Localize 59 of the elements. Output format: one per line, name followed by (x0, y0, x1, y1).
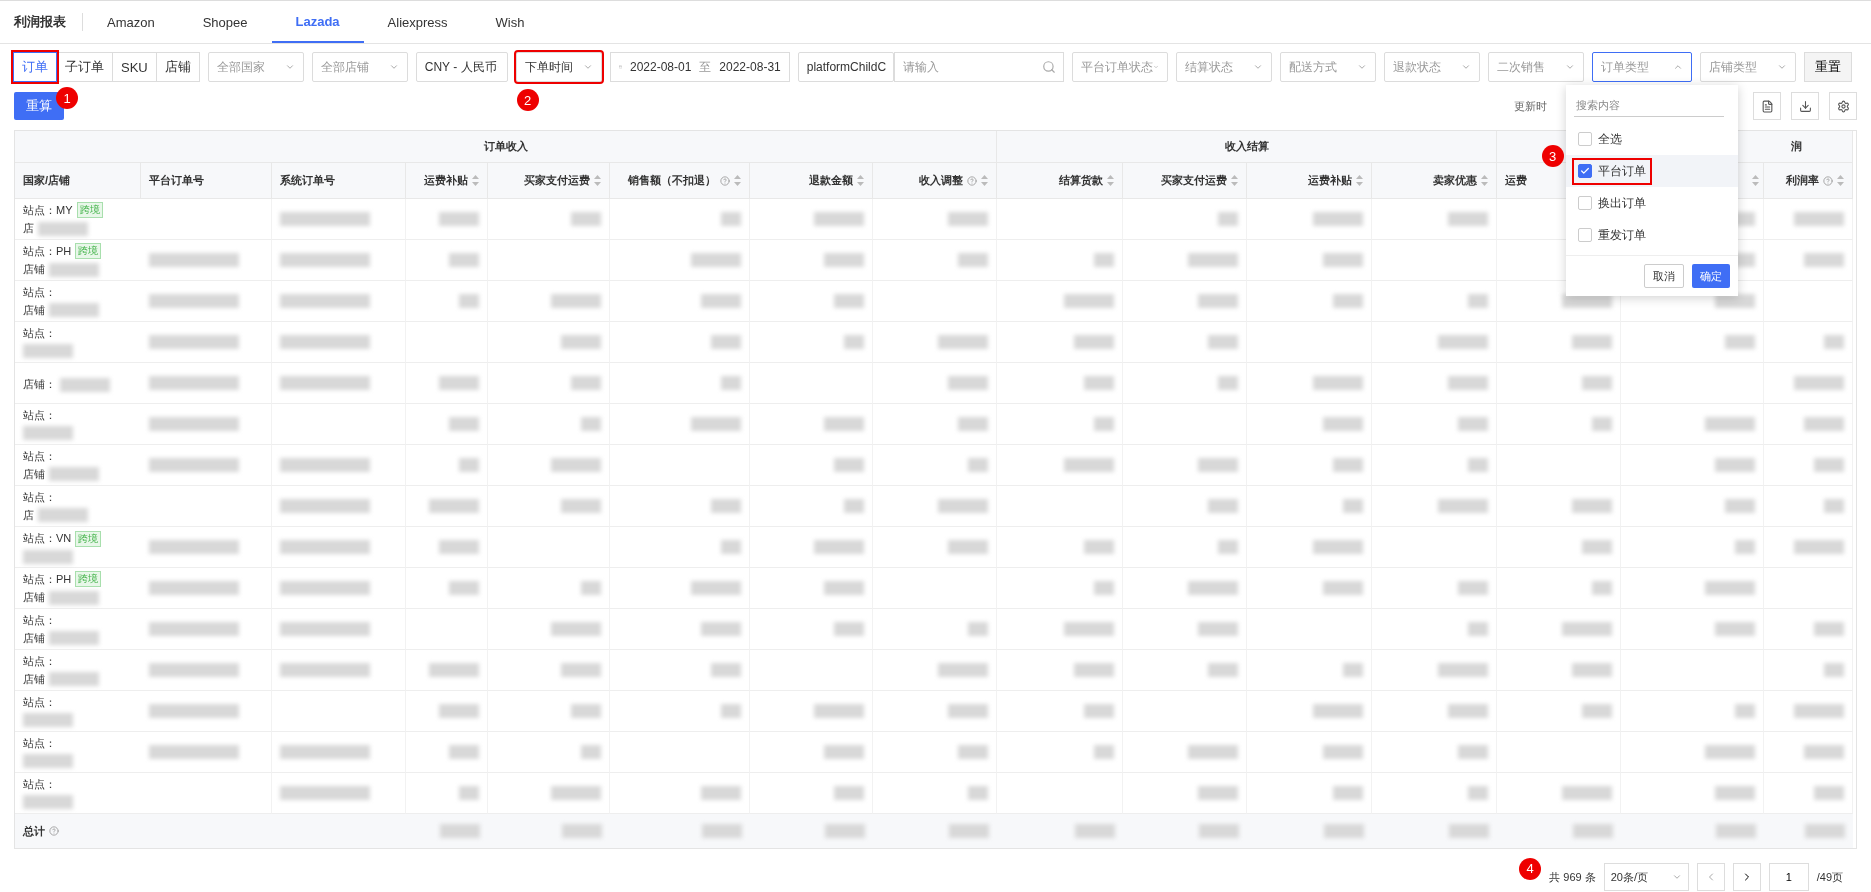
reset-button[interactable]: 重置 (1803, 52, 1852, 82)
date-range-field[interactable]: 2022-08-01 至 2022-08-31 (609, 52, 790, 82)
column-header[interactable]: 销售额（不扣退） (610, 163, 750, 199)
view-tab[interactable]: SKU (112, 52, 157, 82)
table-cell: 站点： 店铺 (15, 609, 141, 650)
column-header[interactable]: 运费补贴 (1247, 163, 1372, 199)
column-header: 平台订单号 (141, 163, 272, 199)
column-header[interactable]: 利润率 (1764, 163, 1853, 199)
table-cell: 站点： (15, 691, 141, 732)
cancel-button[interactable]: 取消 (1643, 264, 1684, 288)
platform-tab[interactable]: Aliexpress (363, 1, 472, 43)
column-header: 系统订单号 (272, 163, 406, 199)
search-field[interactable]: 请输入 (893, 52, 1064, 82)
column-header[interactable]: 买家支付运费 (1123, 163, 1247, 199)
table-cell: 店铺： (15, 363, 141, 404)
annotation-badge: 4 (1519, 857, 1542, 880)
column-header[interactable]: 结算货款 (997, 163, 1123, 199)
update-time-label: 更新时 (1514, 98, 1547, 114)
column-header[interactable]: 卖家优惠 (1372, 163, 1497, 199)
column-header[interactable]: 买家支付运费 (488, 163, 610, 199)
table-cell: 站点： (15, 322, 141, 363)
column-header[interactable]: 退款金额 (750, 163, 873, 199)
table-cell: 站点： 店铺 (15, 650, 141, 691)
cross-border-tag: 跨境 (76, 202, 103, 218)
confirm-button[interactable]: 确定 (1691, 264, 1730, 288)
cross-border-tag: 跨境 (75, 530, 102, 547)
group-header: 订单收入 (15, 131, 997, 163)
select-field[interactable]: CNY - 人民币 (415, 52, 508, 82)
table-cell: 站点： 店铺 (15, 281, 141, 322)
annotation-badge: 2 (516, 89, 539, 111)
cross-border-tag: 跨境 (75, 243, 102, 259)
page-input[interactable]: 1 (1768, 863, 1809, 891)
view-tab[interactable]: 店铺 (155, 52, 200, 82)
page-count: /49页 (1816, 869, 1843, 885)
table-cell: 站点： 店 (15, 486, 141, 527)
dropdown-option[interactable]: 平台订单 (1565, 155, 1738, 187)
total-label: 总计 (23, 823, 45, 839)
column-header[interactable]: 运费补贴 (406, 163, 488, 199)
table-cell: 站点：VN 跨境 (15, 527, 141, 568)
table-cell: 站点： (15, 732, 141, 773)
recalculate-button[interactable]: 重算 (14, 92, 64, 120)
page-size-select[interactable]: 20条/页 (1603, 863, 1689, 891)
table-cell: 站点：PH 跨境 店铺 (15, 240, 141, 281)
dropdown-option[interactable]: 重发订单 (1565, 219, 1738, 251)
page-title: 利润报表 (14, 13, 83, 31)
column-header[interactable]: 收入调整 (873, 163, 997, 199)
platform-tab[interactable]: Wish (471, 1, 549, 43)
platform-tab[interactable]: Lazada (271, 1, 364, 43)
cross-border-tag: 跨境 (75, 571, 102, 587)
table-cell: 站点： 店铺 (15, 445, 141, 486)
table-cell: 站点：MY 跨境 店 (15, 199, 141, 240)
column-header: 国家/店铺 (15, 163, 141, 199)
annotation-badge: 1 (56, 87, 78, 109)
table-cell: 站点： (15, 404, 141, 445)
group-header: 收入结算 (997, 131, 1497, 163)
table-cell: 站点：PH 跨境 店铺 (15, 568, 141, 609)
platform-tab[interactable]: Amazon (83, 1, 179, 43)
platform-tab[interactable]: Shopee (178, 1, 272, 43)
select-field[interactable]: platformChildC (797, 52, 894, 82)
